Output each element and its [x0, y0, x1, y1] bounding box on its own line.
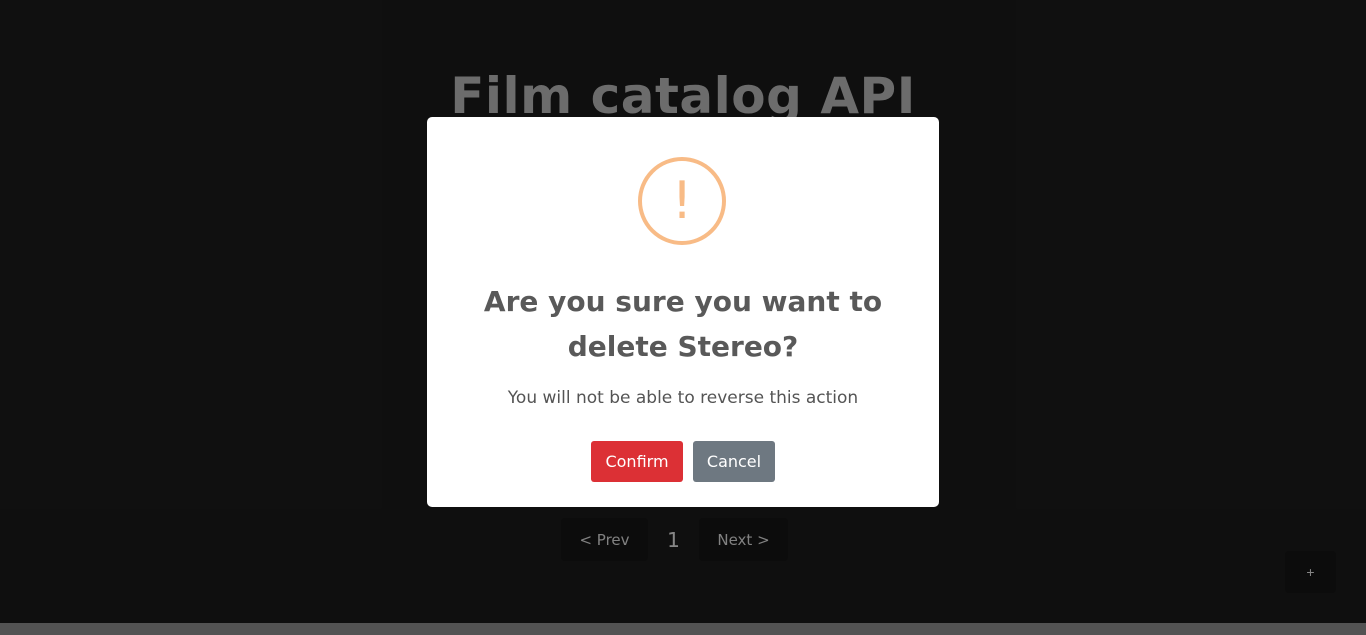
dialog-message: You will not be able to reverse this act… — [507, 388, 859, 408]
confirm-button[interactable]: Confirm — [591, 441, 683, 482]
dialog-actions: Confirm Cancel — [427, 441, 939, 482]
cancel-button[interactable]: Cancel — [693, 441, 775, 482]
warning-icon: ! — [638, 157, 726, 245]
page: Film catalog API < Prev 1 Next > + ! Are… — [0, 0, 1366, 635]
delete-confirm-dialog: ! Are you sure you want to delete Stereo… — [427, 117, 939, 507]
dialog-title: Are you sure you want to delete Stereo? — [483, 285, 883, 363]
